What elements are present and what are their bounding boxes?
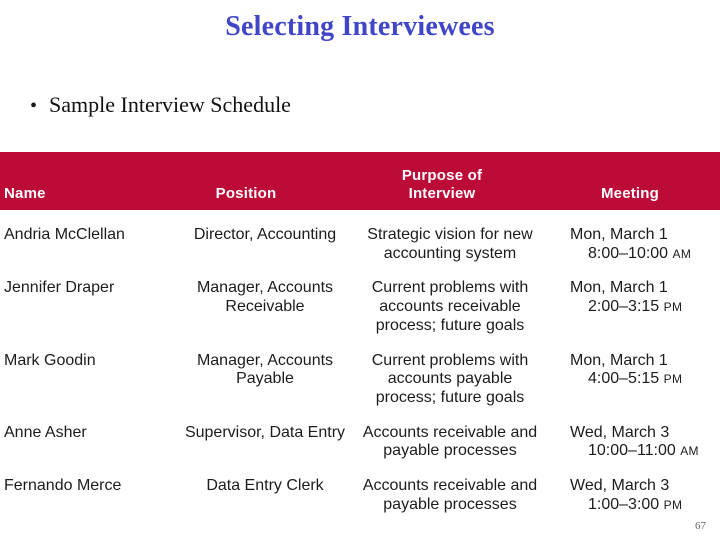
cell-meeting-ampm: AM <box>672 246 692 261</box>
cell-purpose-line2: accounts payable <box>387 370 513 388</box>
cell-purpose-line1: Accounts receivable and <box>362 477 538 495</box>
cell-position: Manager, Accounts Payable <box>174 352 356 389</box>
cell-purpose: Current problems with accounts payable p… <box>356 352 544 408</box>
cell-meeting-ampm: AM <box>680 444 699 459</box>
cell-meeting-ampm: PM <box>663 300 683 315</box>
cell-position-line1: Manager, Accounts <box>196 351 334 369</box>
cell-position: Manager, Accounts Receivable <box>174 279 356 316</box>
cell-purpose: Accounts receivable and payable processe… <box>356 424 544 461</box>
cell-purpose: Current problems with accounts receivabl… <box>356 279 544 335</box>
table-row: Mark Goodin Manager, Accounts Payable Cu… <box>0 344 720 412</box>
cell-position-line2: Payable <box>236 370 294 388</box>
slide-canvas: Selecting Interviewees • Sample Intervie… <box>0 0 720 540</box>
cell-meeting-date: Mon, March 1 <box>570 279 668 297</box>
bullet-item: • Sample Interview Schedule <box>30 92 291 118</box>
cell-position: Director, Accounting <box>174 226 356 245</box>
page-number: 67 <box>695 520 706 532</box>
cell-meeting-time: 10:00–11:00 AM <box>544 442 720 461</box>
table-header-row: Name Position Purpose of Interview Meeti… <box>0 152 720 210</box>
cell-purpose-line3: process; future goals <box>375 389 525 407</box>
bullet-marker-icon: • <box>30 95 38 117</box>
cell-name: Andria McClellan <box>4 226 125 243</box>
table-row: Jennifer Draper Manager, Accounts Receiv… <box>0 271 720 339</box>
cell-purpose: Strategic vision for new accounting syst… <box>356 226 544 263</box>
cell-position: Data Entry Clerk <box>174 477 356 496</box>
cell-position-line1: Manager, Accounts <box>196 279 334 297</box>
column-header-purpose-line2: Interview <box>408 185 476 203</box>
cell-meeting-time-range: 8:00–10:00 <box>588 244 669 262</box>
cell-position-line1: Supervisor, Data Entry <box>184 423 346 441</box>
cell-meeting: Wed, March 3 1:00–3:00 PM <box>544 477 720 514</box>
table-body: Andria McClellan Director, Accounting St… <box>0 210 720 519</box>
cell-position-line1: Director, Accounting <box>193 226 337 243</box>
interview-schedule-table: Name Position Purpose of Interview Meeti… <box>0 152 720 519</box>
cell-meeting-time-range: 10:00–11:00 <box>588 442 676 460</box>
cell-meeting-ampm: PM <box>663 372 683 387</box>
cell-purpose-line2: payable processes <box>383 495 517 513</box>
cell-meeting: Mon, March 1 8:00–10:00 AM <box>544 226 720 263</box>
column-header-meeting: Meeting <box>600 185 660 203</box>
cell-meeting-time-range: 1:00–3:00 <box>588 495 660 513</box>
cell-purpose-line1: Current problems with <box>371 351 529 369</box>
cell-position-line2: Receivable <box>225 298 305 316</box>
table-row: Anne Asher Supervisor, Data Entry Accoun… <box>0 416 720 465</box>
column-header-name: Name <box>4 185 46 203</box>
cell-name: Fernando Merce <box>4 477 122 495</box>
cell-purpose-line1: Accounts receivable and <box>362 423 538 441</box>
cell-meeting: Mon, March 1 2:00–3:15 PM <box>544 279 720 316</box>
cell-position-line1: Data Entry Clerk <box>206 477 324 495</box>
cell-purpose-line2: payable processes <box>383 442 517 460</box>
cell-meeting-time: 4:00–5:15 PM <box>544 370 720 389</box>
cell-meeting-time: 8:00–10:00 AM <box>544 245 720 264</box>
cell-position: Supervisor, Data Entry <box>174 424 356 443</box>
column-header-purpose-line1: Purpose of <box>401 166 483 184</box>
cell-meeting-time: 2:00–3:15 PM <box>544 298 720 317</box>
cell-meeting: Wed, March 3 10:00–11:00 AM <box>544 424 720 461</box>
cell-purpose: Accounts receivable and payable processe… <box>356 477 544 514</box>
cell-meeting-ampm: PM <box>663 497 683 512</box>
cell-purpose-line2: accounting system <box>383 244 517 262</box>
column-header-position: Position <box>215 185 277 203</box>
cell-meeting-date: Wed, March 3 <box>570 423 670 441</box>
table-row: Fernando Merce Data Entry Clerk Accounts… <box>0 469 720 518</box>
cell-meeting-time-range: 4:00–5:15 <box>588 370 660 388</box>
cell-name: Mark Goodin <box>4 351 96 369</box>
cell-name: Jennifer Draper <box>4 279 115 297</box>
cell-meeting-date: Mon, March 1 <box>570 351 668 369</box>
cell-meeting-time: 1:00–3:00 PM <box>544 496 720 515</box>
bullet-item-label: Sample Interview Schedule <box>49 92 291 117</box>
cell-purpose-line1: Current problems with <box>371 279 529 297</box>
cell-meeting-date: Wed, March 3 <box>570 477 670 495</box>
cell-meeting: Mon, March 1 4:00–5:15 PM <box>544 352 720 389</box>
cell-purpose-line2: accounts receivable <box>379 298 521 316</box>
cell-name: Anne Asher <box>4 423 87 441</box>
cell-meeting-date: Mon, March 1 <box>570 226 668 243</box>
column-header-purpose: Purpose of Interview <box>352 167 532 205</box>
cell-purpose-line3: process; future goals <box>375 316 525 334</box>
cell-meeting-time-range: 2:00–3:15 <box>588 298 660 316</box>
page-title: Selecting Interviewees <box>225 11 495 42</box>
cell-purpose-line1: Strategic vision for new <box>367 226 533 243</box>
table-row: Andria McClellan Director, Accounting St… <box>0 218 720 267</box>
